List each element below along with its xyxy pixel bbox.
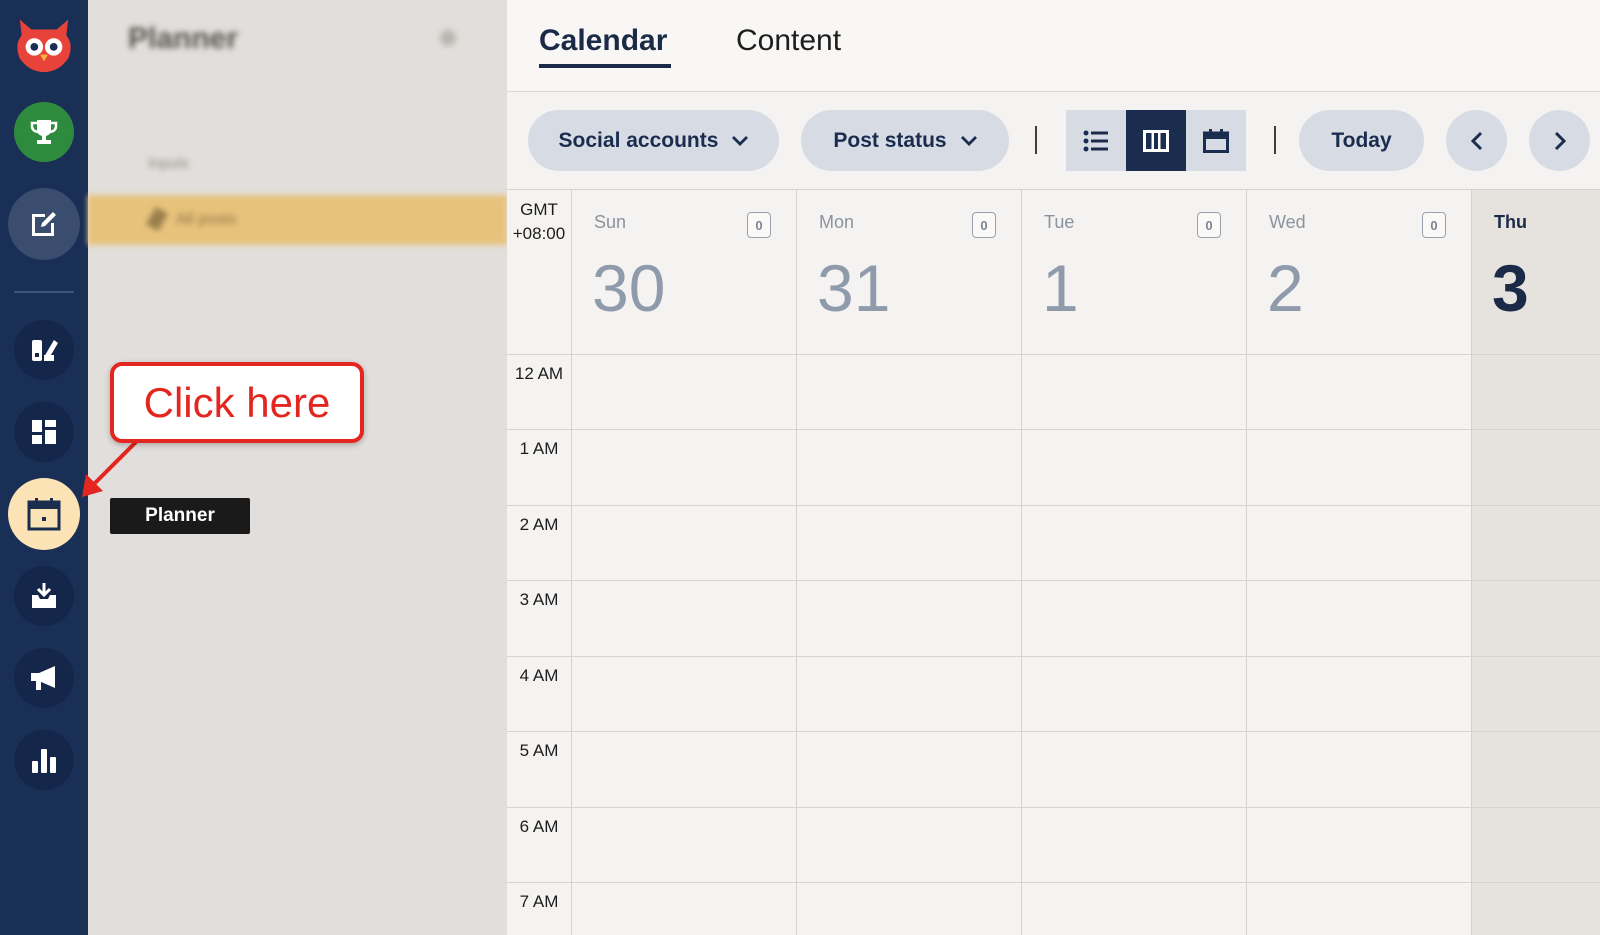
tab-content[interactable]: Content — [736, 24, 841, 58]
hour-label: 2 AM — [519, 515, 559, 534]
month-view-icon — [1203, 128, 1229, 153]
day-name: Wed — [1269, 212, 1306, 232]
hour-label: 6 AM — [519, 817, 559, 836]
analytics-icon[interactable] — [14, 730, 74, 790]
hour-divider — [507, 580, 1600, 581]
megaphone-icon[interactable] — [14, 648, 74, 708]
sidebar-item-label: All posts — [176, 211, 237, 228]
hour-label: 1 AM — [519, 439, 559, 458]
left-navigation-rail — [0, 0, 88, 935]
active-tab-indicator — [539, 64, 671, 68]
hour-divider — [507, 882, 1600, 883]
day-number: 3 — [1492, 251, 1529, 325]
chevron-down-icon — [960, 135, 977, 146]
week-view-button[interactable] — [1126, 110, 1186, 171]
assets-icon[interactable] — [14, 320, 74, 380]
toolbar-separator — [1035, 126, 1037, 154]
hour-label: 12 AM — [514, 364, 564, 383]
day-number: 30 — [592, 251, 666, 325]
hour-label: 3 AM — [519, 590, 559, 609]
day-column-wed[interactable]: Wed 0 2 — [1246, 190, 1471, 935]
hour-divider — [507, 731, 1600, 732]
chevron-down-icon — [732, 135, 749, 146]
rail-divider — [14, 291, 74, 293]
sidebar-item-all-posts[interactable]: All posts — [88, 195, 507, 245]
week-calendar-grid: GMT +08:00 Sun 0 30 Mon 0 31 Tue 0 1 Wed… — [507, 190, 1600, 935]
owl-logo-icon[interactable] — [14, 14, 74, 74]
planner-icon[interactable] — [8, 478, 80, 550]
inbox-icon[interactable] — [14, 566, 74, 626]
day-name: Sun — [594, 212, 627, 232]
previous-week-button[interactable] — [1446, 110, 1507, 171]
pencil-icon — [145, 206, 169, 232]
hour-divider — [507, 505, 1600, 506]
main-content: Calendar Content Social accounts Post st… — [507, 0, 1600, 935]
dashboard-icon[interactable] — [14, 402, 74, 462]
day-number: 1 — [1042, 251, 1079, 325]
calendar-toolbar: Social accounts Post status Today — [507, 92, 1600, 190]
timezone-line1: GMT — [520, 200, 558, 219]
tab-calendar[interactable]: Calendar — [539, 24, 667, 58]
click-here-callout: Click here — [110, 362, 364, 443]
day-name: Thu — [1494, 212, 1527, 232]
day-number: 2 — [1267, 251, 1304, 325]
timezone-line2: +08:00 — [512, 224, 566, 243]
day-column-tue[interactable]: Tue 0 1 — [1021, 190, 1246, 935]
sidebar-title: Planner — [128, 22, 239, 55]
post-count-badge: 0 — [1422, 212, 1446, 238]
collapse-sidebar-icon[interactable] — [440, 30, 456, 46]
chevron-left-icon — [1470, 131, 1482, 150]
day-name: Mon — [819, 212, 855, 232]
list-view-icon — [1083, 130, 1108, 151]
view-switcher — [1066, 110, 1246, 171]
list-view-button[interactable] — [1066, 110, 1126, 171]
today-button[interactable]: Today — [1299, 110, 1424, 171]
social-accounts-label: Social accounts — [558, 128, 719, 152]
compose-icon[interactable] — [8, 188, 80, 260]
hour-label: 5 AM — [519, 741, 559, 760]
planner-sidebar: Planner Inputs All posts — [88, 0, 507, 935]
tab-bar: Calendar Content — [507, 0, 1600, 92]
week-view-icon — [1143, 129, 1169, 152]
post-count-badge: 0 — [972, 212, 996, 238]
social-accounts-dropdown[interactable]: Social accounts — [528, 110, 779, 171]
planner-tooltip: Planner — [110, 498, 250, 534]
post-status-dropdown[interactable]: Post status — [801, 110, 1009, 171]
day-column-thu[interactable]: Thu 3 — [1471, 190, 1600, 935]
day-column-sun[interactable]: Sun 0 30 — [571, 190, 796, 935]
hour-divider — [507, 656, 1600, 657]
post-status-label: Post status — [833, 128, 947, 152]
hour-label: 7 AM — [519, 892, 559, 911]
hour-divider — [507, 807, 1600, 808]
hour-divider — [507, 429, 1600, 430]
timezone-label: GMT +08:00 — [507, 198, 571, 246]
post-count-badge: 0 — [1197, 212, 1221, 238]
day-name: Tue — [1044, 212, 1075, 232]
month-view-button[interactable] — [1186, 110, 1246, 171]
next-week-button[interactable] — [1529, 110, 1590, 171]
hour-label: 4 AM — [519, 666, 559, 685]
header-divider — [507, 354, 1600, 355]
chevron-right-icon — [1554, 131, 1566, 150]
toolbar-separator — [1274, 126, 1276, 154]
day-column-mon[interactable]: Mon 0 31 — [796, 190, 1021, 935]
sidebar-section-label: Inputs — [148, 155, 189, 172]
day-number: 31 — [817, 251, 891, 325]
post-count-badge: 0 — [747, 212, 771, 238]
trophy-icon[interactable] — [14, 102, 74, 162]
